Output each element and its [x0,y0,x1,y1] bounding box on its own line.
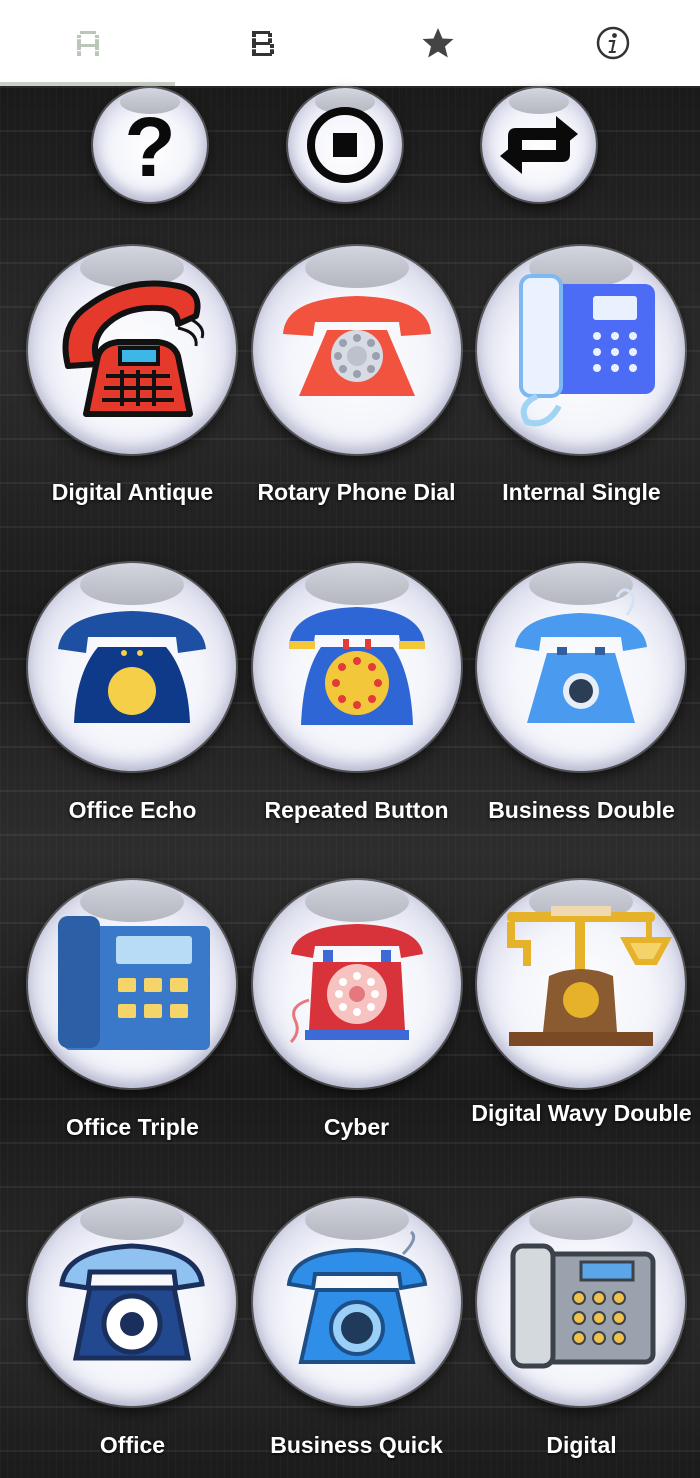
tab-favorites[interactable] [350,0,525,86]
repeat-button[interactable] [482,88,596,202]
tab-alphabet-a[interactable] [0,0,175,86]
stop-icon [307,107,383,183]
blue-keypad-office-phone-icon [58,916,210,1050]
sound-button-rotary-phone-dial[interactable] [253,246,461,454]
sound-button-digital[interactable] [477,1198,685,1406]
sound-button-business-double[interactable] [477,563,685,771]
red-rotary-phone-icon [283,296,431,396]
sound-label: Business Quick [270,1432,443,1458]
sound-label: Office Echo [68,797,197,823]
blue-yellow-rotary-phone-icon [289,607,425,725]
sound-button-office-echo[interactable] [28,563,236,771]
sound-button-internal-single[interactable] [477,246,685,454]
dark-blue-rotary-phone-icon [59,1243,205,1361]
sound-button-cyber[interactable] [253,880,461,1088]
light-blue-phone-icon [515,588,647,723]
help-button[interactable]: ? [93,88,207,202]
sound-label: Business Double [488,797,675,823]
sound-label: Digital Antique [51,479,214,505]
sound-label: Internal Single [502,479,661,505]
sound-label: Office Triple [66,1114,199,1140]
stop-button[interactable] [288,88,402,202]
navy-yellow-dial-phone-icon [58,611,206,723]
tab-bar [0,0,700,86]
sound-label: Digital [546,1432,617,1458]
sound-label: Office [99,1432,166,1458]
blue-rotary-phone-icon [286,1230,428,1364]
sound-label: Cyber [323,1114,390,1140]
sound-button-digital-wavy-double[interactable] [477,880,685,1088]
sound-button-business-quick[interactable] [253,1198,461,1406]
grey-digital-desk-phone-icon [510,1243,656,1369]
red-vintage-rotary-phone-icon [289,924,423,1044]
tab-alphabet-b[interactable] [175,0,350,86]
help-question-icon: ? [124,100,175,194]
sound-button-digital-antique[interactable] [28,246,236,454]
alphabet-b-icon [250,31,275,56]
svg-text:?: ? [124,100,175,194]
blue-office-desk-phone-icon [519,274,655,427]
tab-info[interactable] [525,0,700,86]
red-digital-antique-phone-icon [62,280,205,417]
star-icon [422,28,453,58]
sound-button-office-triple[interactable] [28,880,236,1088]
sound-label: Repeated Button [264,797,449,823]
alphabet-a-icon [76,31,99,56]
sound-button-office[interactable] [28,1198,236,1406]
info-icon [596,26,629,60]
sound-label: Digital Wavy Double [471,1100,692,1126]
antique-brass-candlestick-phone-icon [507,906,673,1046]
repeat-icon [500,116,578,174]
sound-label: Rotary Phone Dial [257,479,456,505]
sound-button-repeated-button[interactable] [253,563,461,771]
